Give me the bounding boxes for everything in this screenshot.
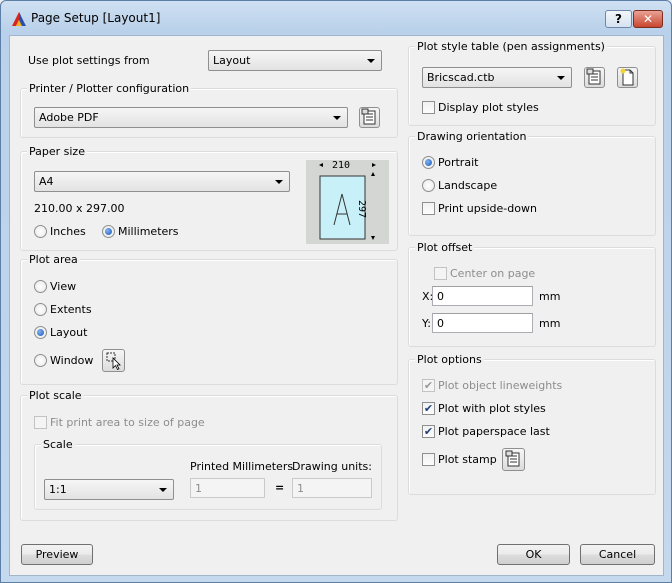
plot-stamp-checkbox[interactable] [422, 453, 435, 466]
scale-value: 1:1 [49, 483, 67, 496]
properties-icon [586, 68, 601, 85]
preview-button[interactable]: Preview [21, 544, 93, 565]
plot-area-window-radio[interactable] [34, 354, 47, 367]
plot-stamp-label: Plot stamp [438, 453, 497, 466]
scale-subgroup: Scale [34, 438, 382, 510]
offset-y-field[interactable] [432, 313, 533, 333]
plot-area-layout-radio[interactable] [34, 326, 47, 339]
paper-size-value: A4 [39, 175, 54, 188]
offset-y-unit: mm [539, 317, 561, 330]
landscape-radio[interactable] [422, 179, 435, 192]
plot-paperspace-last-checkbox[interactable] [422, 425, 435, 438]
plot-area-view-label: View [50, 280, 77, 293]
plot-style-table-group-title: Plot style table (pen assignments) [415, 40, 607, 53]
paper-height-label: 297 [356, 200, 367, 219]
new-plot-style-button[interactable] [617, 67, 638, 88]
properties-icon [505, 450, 520, 467]
offset-y-label: Y: [422, 317, 431, 330]
plot-area-view-radio[interactable] [34, 280, 47, 293]
properties-icon [361, 108, 376, 125]
offset-x-input[interactable] [433, 287, 532, 305]
millimeters-radio[interactable] [102, 225, 115, 238]
landscape-label: Landscape [438, 179, 498, 192]
portrait-radio[interactable] [422, 156, 435, 169]
pick-window-button[interactable] [102, 349, 125, 372]
center-on-page-checkbox[interactable] [434, 267, 447, 280]
plot-object-lineweights-label: Plot object lineweights [438, 379, 563, 392]
drawing-units-field[interactable] [292, 478, 372, 498]
plot-options-group-title: Plot options [415, 353, 484, 366]
fit-to-page-label: Fit print area to size of page [50, 416, 205, 429]
plot-with-plot-styles-label: Plot with plot styles [438, 402, 546, 415]
dialog-body: Use plot settings from Layout Printer / … [9, 35, 664, 576]
chevron-down-icon [159, 488, 167, 492]
paper-preview-drawing [319, 163, 376, 240]
pick-window-icon [106, 352, 121, 371]
plot-area-group-title: Plot area [27, 253, 80, 266]
paper-size-dropdown[interactable]: A4 [34, 171, 290, 192]
printed-millimeters-field[interactable] [190, 478, 265, 498]
offset-y-input[interactable] [433, 314, 532, 332]
chevron-down-icon [333, 116, 341, 120]
page-setup-dialog: Page Setup [Layout1] ? ✕ Use plot settin… [0, 0, 672, 583]
chevron-down-icon [275, 180, 283, 184]
equals-sign: = [275, 481, 285, 494]
plot-area-extents-radio[interactable] [34, 303, 47, 316]
scale-subgroup-title: Scale [41, 438, 75, 451]
plot-paperspace-last-label: Plot paperspace last [438, 425, 550, 438]
chevron-down-icon [557, 76, 565, 80]
use-plot-settings-value: Layout [213, 54, 251, 67]
printed-millimeters-input[interactable] [191, 479, 264, 497]
plot-with-plot-styles-checkbox[interactable] [422, 402, 435, 415]
center-on-page-label: Center on page [450, 267, 536, 280]
printer-value: Adobe PDF [39, 111, 99, 124]
plot-offset-group-title: Plot offset [415, 241, 475, 254]
inches-label: Inches [50, 225, 86, 238]
use-plot-settings-label: Use plot settings from [28, 54, 150, 67]
printed-millimeters-label: Printed Millimeters [190, 460, 294, 473]
close-button[interactable]: ✕ [633, 10, 663, 28]
fit-to-page-checkbox[interactable] [34, 416, 47, 429]
printer-dropdown[interactable]: Adobe PDF [34, 107, 348, 128]
plot-style-table-dropdown[interactable]: Bricscad.ctb [422, 67, 572, 88]
edit-plot-style-button[interactable] [584, 67, 605, 88]
portrait-label: Portrait [438, 156, 479, 169]
plot-object-lineweights-checkbox[interactable] [422, 379, 435, 392]
bricscad-app-icon [12, 12, 26, 26]
paper-preview: 210 297 [306, 160, 389, 244]
printer-group-title: Printer / Plotter configuration [27, 82, 192, 95]
display-plot-styles-label: Display plot styles [438, 101, 539, 114]
scale-dropdown[interactable]: 1:1 [44, 479, 174, 500]
plot-area-extents-label: Extents [50, 303, 92, 316]
paper-width-label: 210 [332, 160, 351, 171]
display-plot-styles-checkbox[interactable] [422, 101, 435, 114]
plot-style-table-value: Bricscad.ctb [427, 71, 495, 84]
drawing-units-input[interactable] [293, 479, 371, 497]
plot-area-layout-label: Layout [50, 326, 88, 339]
offset-x-unit: mm [539, 290, 561, 303]
millimeters-label: Millimeters [118, 225, 179, 238]
drawing-units-label: Drawing units: [292, 460, 372, 473]
plot-area-window-label: Window [50, 354, 94, 367]
print-upside-down-label: Print upside-down [438, 202, 537, 215]
chevron-down-icon [367, 59, 375, 63]
print-upside-down-checkbox[interactable] [422, 202, 435, 215]
inches-radio[interactable] [34, 225, 47, 238]
use-plot-settings-dropdown[interactable]: Layout [208, 50, 382, 71]
plot-scale-group-title: Plot scale [27, 389, 84, 402]
paper-size-group-title: Paper size [27, 145, 87, 158]
plot-stamp-settings-button[interactable] [502, 448, 525, 471]
new-document-icon [620, 68, 634, 86]
printer-properties-button[interactable] [359, 107, 380, 128]
ok-button[interactable]: OK [497, 544, 570, 565]
window-title: Page Setup [Layout1] [31, 11, 161, 25]
offset-x-field[interactable] [432, 286, 533, 306]
help-button[interactable]: ? [605, 10, 632, 28]
title-bar[interactable]: Page Setup [Layout1] ? ✕ [1, 1, 671, 35]
paper-dimensions: 210.00 x 297.00 [34, 202, 125, 215]
cancel-button[interactable]: Cancel [580, 544, 655, 565]
drawing-orientation-group-title: Drawing orientation [415, 130, 529, 143]
